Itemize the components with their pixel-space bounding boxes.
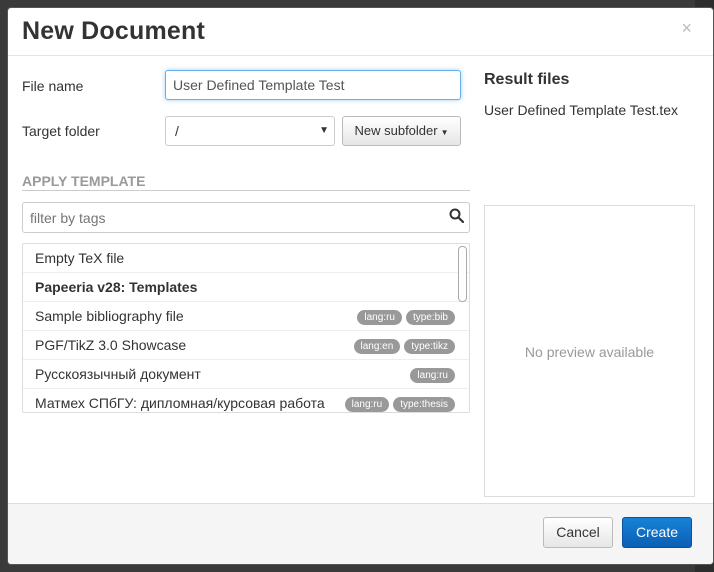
dialog-title: New Document [22,17,205,45]
target-folder-label: Target folder [22,123,100,139]
template-list[interactable]: Empty TeX file Papeeria v28: Templates S… [22,243,470,413]
tag-group: lang:ru type:bib [353,302,455,331]
section-divider [22,190,470,191]
new-subfolder-button[interactable]: New subfolder ▼ [342,116,461,146]
list-item[interactable]: Русскоязычный документ lang:ru [23,360,469,389]
result-files-heading: Result files [484,71,570,88]
tag-badge[interactable]: lang:en [353,338,401,354]
list-item[interactable]: Empty TeX file [23,244,469,273]
list-item-label: PGF/TikZ 3.0 Showcase [35,337,187,353]
search-icon[interactable] [449,208,465,227]
file-name-input[interactable] [165,70,461,100]
list-item-label: Empty TeX file [35,250,125,266]
tag-group: lang:en type:tikz [350,331,455,360]
new-document-dialog: New Document × File name Target folder /… [7,7,714,565]
caret-down-icon: ▼ [440,128,449,137]
new-subfolder-label: New subfolder [354,123,438,138]
dialog-footer: Cancel Create [8,503,713,564]
apply-template-heading: APPLY TEMPLATE [22,173,146,189]
list-item[interactable]: Sample bibliography file lang:ru type:bib [23,302,469,331]
cancel-button[interactable]: Cancel [543,517,613,548]
tag-badge[interactable]: lang:ru [344,396,390,412]
tag-badge[interactable]: type:bib [405,309,455,325]
tag-group: lang:ru [406,360,455,389]
file-name-label: File name [22,78,84,94]
preview-placeholder: No preview available [524,344,655,360]
list-item-label: Русскоязычный документ [35,366,201,382]
target-folder-select[interactable]: / ▼ [165,116,335,146]
tag-badge[interactable]: lang:ru [357,309,402,325]
result-file-name: User Defined Template Test.tex [484,102,679,118]
list-item-label: Матмех СПбГУ: дипломная/курсовая работа [35,395,325,411]
list-scrollbar[interactable] [458,246,467,302]
filter-tags-input[interactable] [22,202,470,233]
dialog-header: New Document × [8,8,713,56]
template-preview: No preview available [484,205,695,497]
close-icon[interactable]: × [681,18,692,39]
list-item[interactable]: PGF/TikZ 3.0 Showcase lang:en type:tikz [23,331,469,360]
tag-group: lang:ru type:thesis [341,389,455,412]
list-item[interactable]: Матмех СПбГУ: дипломная/курсовая работа … [23,389,469,412]
target-folder-value: / [175,123,179,139]
list-group-label: Papeeria v28: Templates [35,279,198,295]
tag-badge[interactable]: type:tikz [404,338,455,354]
tag-badge[interactable]: lang:ru [410,367,455,383]
list-item-label: Sample bibliography file [35,308,184,324]
tag-badge[interactable]: type:thesis [393,396,455,412]
list-group-header: Papeeria v28: Templates [23,273,469,302]
create-button[interactable]: Create [622,517,692,548]
chevron-down-icon: ▼ [319,125,329,136]
